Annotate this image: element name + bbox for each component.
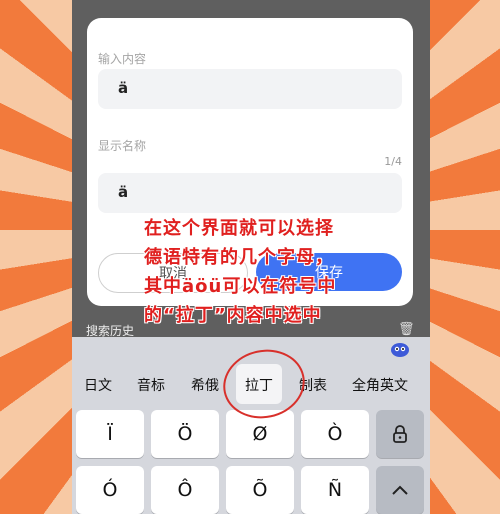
chevron-up-icon [392, 485, 408, 495]
input-value: ä [118, 79, 129, 97]
key-o-circumflex[interactable]: Ô [151, 466, 219, 514]
lock-icon [393, 425, 407, 443]
scroll-up-key[interactable] [376, 466, 424, 514]
key-o-diaeresis[interactable]: Ö [151, 410, 219, 458]
key-n-tilde[interactable]: Ñ [301, 466, 369, 514]
key-o-tilde[interactable]: Õ [226, 466, 294, 514]
input-label: 输入内容 [98, 52, 147, 66]
tab-japanese[interactable]: 日文 [84, 375, 112, 395]
lock-key[interactable] [376, 410, 424, 458]
key-o-grave[interactable]: Ò [301, 410, 369, 458]
tab-phonetic[interactable]: 音标 [137, 375, 165, 395]
char-counter: 1/4 [384, 155, 402, 168]
key-i-diaeresis[interactable]: Ï [76, 410, 144, 458]
display-name-field[interactable]: ä [98, 173, 402, 213]
annotation-text: 在这个界面就可以选择 德语特有的几个字母， 其中äöü可以在符号中 的“拉丁”内… [144, 218, 337, 326]
tab-fullwidth-english[interactable]: 全角英文 [352, 375, 408, 395]
trash-icon[interactable]: 🗑 [398, 322, 415, 337]
display-name-label: 显示名称 [98, 139, 147, 153]
display-value: ä [118, 183, 129, 201]
input-field[interactable]: ä [98, 69, 402, 109]
tab-greek-russian[interactable]: 希俄 [191, 375, 219, 395]
keyboard-mascot-icon [391, 343, 409, 357]
key-o-acute[interactable]: Ó [76, 466, 144, 514]
